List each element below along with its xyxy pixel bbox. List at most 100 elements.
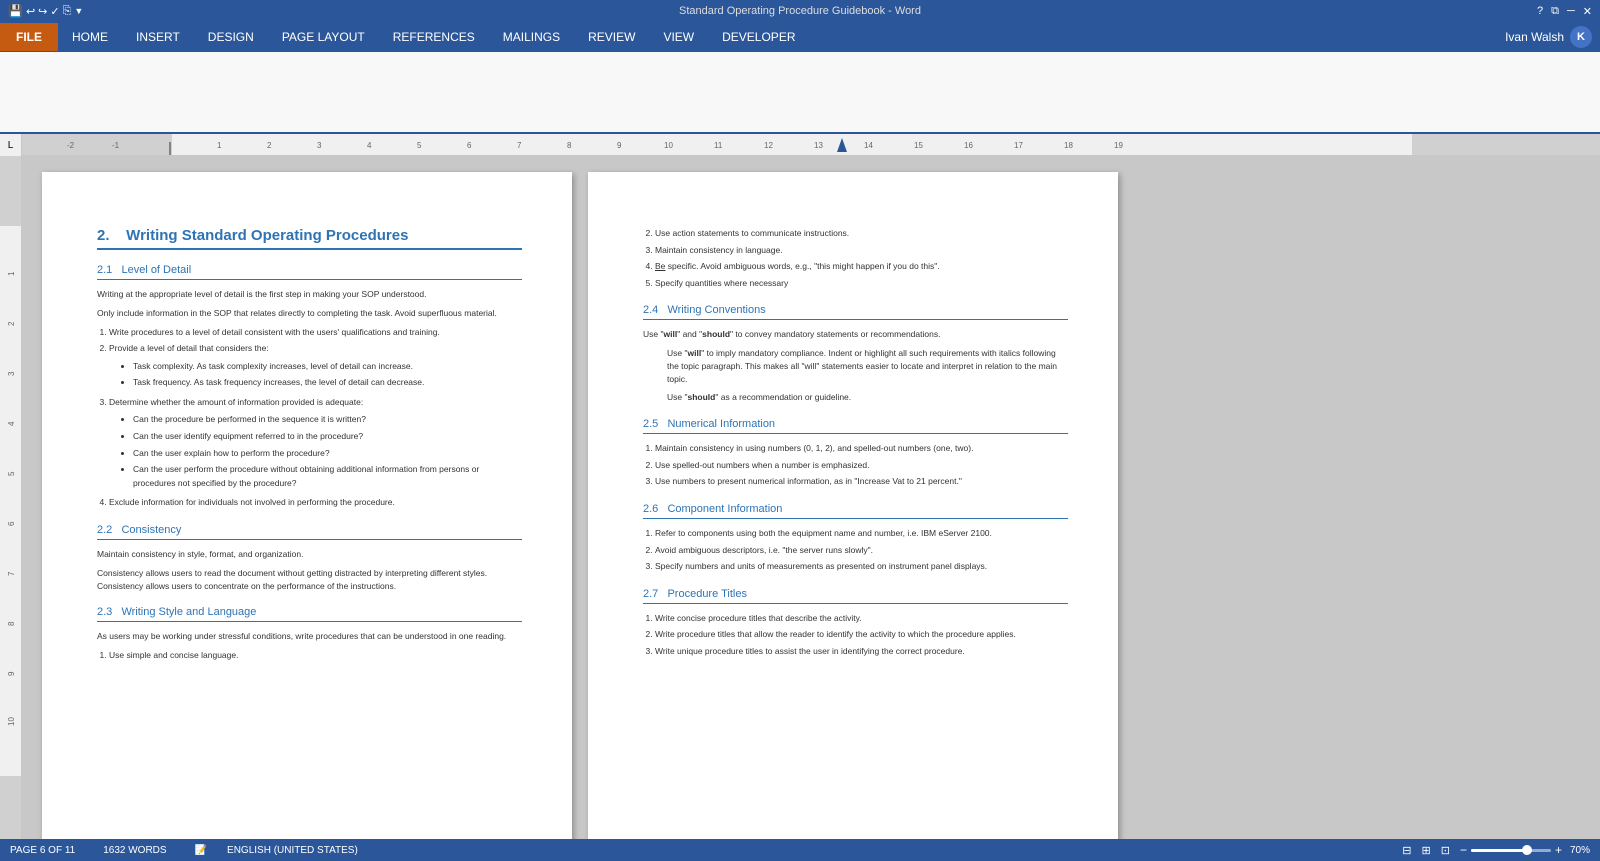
numerical-item-2: Use spelled-out numbers when a number is… — [655, 459, 1068, 473]
edit-mode-icon: 📝 — [195, 845, 207, 856]
quick-access-toolbar: 💾 ↩ ↪ ✓ ⎘ ▼ — [8, 4, 83, 18]
svg-text:3: 3 — [7, 371, 16, 376]
dropdown-icon[interactable]: ▼ — [74, 6, 83, 16]
svg-text:3: 3 — [317, 141, 322, 150]
procedure-titles-item-1: Write concise procedure titles that desc… — [655, 612, 1068, 626]
web-layout-icon[interactable]: ⊡ — [1441, 844, 1450, 857]
svg-text:9: 9 — [7, 671, 16, 676]
section-2-title: 2. Writing Standard Operating Procedures — [97, 227, 522, 250]
tab-references[interactable]: REFERENCES — [379, 23, 489, 51]
component-item-2: Avoid ambiguous descriptors, i.e. "the s… — [655, 544, 1068, 558]
restore-button[interactable]: ⧉ — [1551, 5, 1559, 18]
svg-text:10: 10 — [664, 141, 673, 150]
tab-review[interactable]: REVIEW — [574, 23, 649, 51]
writing-style-continued-list: Use action statements to communicate ins… — [643, 227, 1068, 290]
svg-text:16: 16 — [964, 141, 973, 150]
section-2-2-heading: 2.2 Consistency — [97, 524, 522, 540]
status-right: ⊟ ⊞ ⊡ − + 70% — [1402, 843, 1590, 857]
consistency-para1: Maintain consistency in style, format, a… — [97, 548, 522, 561]
zoom-slider-thumb — [1522, 845, 1532, 855]
numerical-info-list: Maintain consistency in using numbers (0… — [643, 442, 1068, 489]
svg-text:4: 4 — [7, 421, 16, 426]
continued-list-item-3: Maintain consistency in language. — [655, 244, 1068, 258]
list-item-4: Exclude information for individuals not … — [109, 496, 522, 510]
svg-text:10: 10 — [7, 717, 16, 726]
svg-text:1: 1 — [7, 271, 16, 276]
avatar[interactable]: K — [1570, 26, 1592, 48]
component-info-list: Refer to components using both the equip… — [643, 527, 1068, 574]
zoom-out-button[interactable]: − — [1460, 843, 1467, 857]
writing-conventions-para1: Use "will" and "should" to convey mandat… — [643, 328, 1068, 341]
vertical-ruler: 1 2 3 4 5 6 7 8 9 10 — [0, 156, 22, 839]
numerical-item-3: Use numbers to present numerical informa… — [655, 475, 1068, 489]
bullet-equipment-identified: Can the user identify equipment referred… — [133, 430, 522, 444]
svg-text:6: 6 — [467, 141, 472, 150]
procedure-titles-item-2: Write procedure titles that allow the re… — [655, 628, 1068, 642]
zoom-in-button[interactable]: + — [1555, 843, 1562, 857]
list-item-3: Determine whether the amount of informat… — [109, 396, 522, 491]
svg-text:-2: -2 — [67, 141, 75, 150]
svg-text:2: 2 — [7, 321, 16, 326]
close-button[interactable]: ✕ — [1583, 5, 1592, 18]
zoom-control: − + 70% — [1460, 843, 1590, 857]
tab-page-layout[interactable]: PAGE LAYOUT — [268, 23, 379, 51]
undo-icon[interactable]: ↩ — [26, 5, 35, 18]
component-item-3: Specify numbers and units of measurement… — [655, 560, 1068, 574]
horizontal-ruler: -2 -1 1 2 3 4 5 6 7 8 9 10 11 12 13 14 1… — [22, 134, 1600, 155]
svg-text:7: 7 — [517, 141, 522, 150]
component-item-1: Refer to components using both the equip… — [655, 527, 1068, 541]
svg-text:11: 11 — [714, 141, 723, 150]
save-icon[interactable]: 💾 — [8, 4, 23, 18]
file-tab[interactable]: FILE — [0, 23, 58, 51]
tab-mailings[interactable]: MAILINGS — [489, 23, 574, 51]
svg-text:15: 15 — [914, 141, 923, 150]
help-button[interactable]: ? — [1537, 5, 1543, 17]
consistency-para2: Consistency allows users to read the doc… — [97, 567, 522, 593]
bullet-no-additional-info: Can the user perform the procedure witho… — [133, 463, 522, 490]
svg-text:8: 8 — [567, 141, 572, 150]
zoom-slider-track[interactable] — [1471, 849, 1551, 852]
full-screen-icon[interactable]: ⊞ — [1422, 844, 1431, 857]
section-2-1-heading: 2.1 Level of Detail — [97, 264, 522, 280]
page-5: 2. Writing Standard Operating Procedures… — [42, 172, 572, 839]
section-2-3-heading: 2.3 Writing Style and Language — [97, 606, 522, 622]
svg-text:2: 2 — [267, 141, 272, 150]
tab-insert[interactable]: INSERT — [122, 23, 194, 51]
repeat-icon[interactable]: ⎘ — [63, 5, 72, 18]
word-count: 1632 WORDS — [103, 845, 166, 856]
should-indent: Use "should" as a recommendation or guid… — [667, 391, 1068, 404]
continued-list-item-2: Use action statements to communicate ins… — [655, 227, 1068, 241]
svg-text:19: 19 — [1114, 141, 1123, 150]
user-name: Ivan Walsh — [1505, 30, 1564, 44]
tab-view[interactable]: VIEW — [649, 23, 708, 51]
window-title: Standard Operating Procedure Guidebook -… — [679, 5, 921, 17]
section-2-7-heading: 2.7 Procedure Titles — [643, 588, 1068, 604]
minimize-button[interactable]: ─ — [1567, 5, 1575, 17]
tab-home[interactable]: HOME — [58, 23, 122, 51]
user-info: Ivan Walsh K — [1505, 26, 1600, 48]
numerical-item-1: Maintain consistency in using numbers (0… — [655, 442, 1068, 456]
section-2-6-heading: 2.6 Component Information — [643, 503, 1068, 519]
level-detail-para2: Only include information in the SOP that… — [97, 307, 522, 320]
tab-developer[interactable]: DEVELOPER — [708, 23, 809, 51]
ribbon-groups — [8, 88, 1592, 96]
zoom-level: 70% — [1570, 845, 1590, 856]
svg-text:9: 9 — [617, 141, 622, 150]
continued-list-item-4: Be specific. Avoid ambiguous words, e.g.… — [655, 260, 1068, 274]
view-toggle-button[interactable]: L — [0, 134, 22, 156]
will-indent: Use "will" to imply mandatory compliance… — [667, 347, 1068, 385]
redo-icon[interactable]: ↪ — [38, 5, 47, 18]
print-layout-icon[interactable]: ⊟ — [1402, 844, 1411, 857]
bullet-procedure-sequence: Can the procedure be performed in the se… — [133, 413, 522, 427]
level-detail-list: Write procedures to a level of detail co… — [97, 326, 522, 511]
procedure-titles-list: Write concise procedure titles that desc… — [643, 612, 1068, 659]
svg-text:5: 5 — [7, 471, 16, 476]
sub-bullet-list-2: Can the procedure be performed in the se… — [109, 413, 522, 490]
svg-text:6: 6 — [7, 521, 16, 526]
tab-design[interactable]: DESIGN — [194, 23, 268, 51]
svg-text:13: 13 — [814, 141, 823, 150]
svg-text:7: 7 — [7, 571, 16, 576]
svg-text:5: 5 — [417, 141, 422, 150]
spelling-icon[interactable]: ✓ — [50, 5, 59, 18]
svg-text:14: 14 — [864, 141, 873, 150]
